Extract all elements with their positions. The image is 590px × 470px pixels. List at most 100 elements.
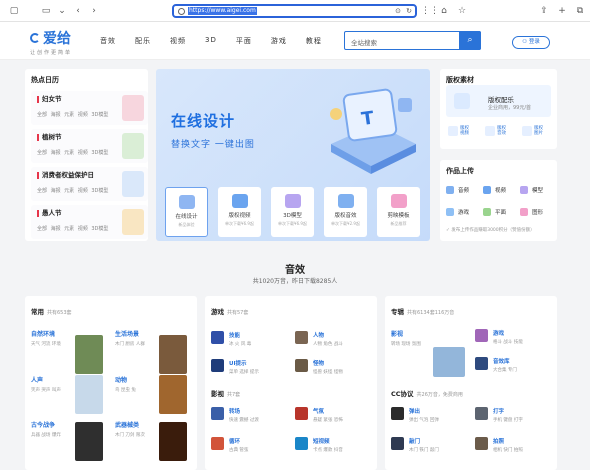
forward-icon[interactable]: › (88, 5, 100, 17)
gamepad-icon (446, 208, 454, 216)
category-entry[interactable]: 生活场景 木门 厨房 人群 (115, 329, 187, 374)
category-entry[interactable]: 自然环境 天气 河流 环境 (31, 329, 103, 374)
nav-item-graphic[interactable]: 平面 (236, 36, 252, 46)
apps-grid-icon[interactable]: ⋮⋮ (421, 5, 439, 17)
tool-3d-model[interactable]: 3D模型 单次下载¥6.9起 (271, 187, 314, 237)
entry-tags: 转场 现场 氛围 (391, 342, 421, 347)
entry-tags: 人物 角色 战斗 (313, 342, 343, 347)
upload-label: 音频 (458, 188, 470, 194)
reload-icon[interactable]: ↻ (406, 7, 412, 15)
category-entry[interactable]: 怪物 怪兽 妖怪 怪物 (295, 359, 343, 375)
nav-item-video[interactable]: 视频 (170, 36, 186, 46)
copyright-assets-title: 版权素材 (446, 76, 474, 84)
entry-title: 音效库 (493, 359, 510, 365)
entry-tags: 木门 铁门 敲门 (409, 448, 439, 453)
tool-copyright-sfx[interactable]: 版权音效 单次下载¥2.9起 (324, 187, 367, 237)
entry-title: 动物 (115, 377, 128, 384)
home-icon[interactable]: ⌂ (438, 5, 450, 17)
user-icon: ⚇ (522, 39, 528, 45)
category-entry[interactable]: 动物鸟 昆虫 兔 (115, 375, 187, 414)
games-title: 游戏 共有57套 (211, 306, 248, 316)
main-nav: 音效 配乐 视频 3D 平面 游戏 教程 (100, 36, 341, 46)
category-entry[interactable]: UI提示 菜单 选择 提示 (211, 359, 259, 375)
tool-desc: 单次下载¥6.9起 (278, 221, 307, 226)
new-tab-icon[interactable]: + (556, 5, 568, 17)
window-controls-icon[interactable]: ▢ (8, 5, 20, 17)
entry-tags: 相机 快门 拍照 (493, 448, 523, 453)
hot-item-title: 植树节 (37, 134, 62, 141)
category-entry[interactable]: 敲门 木门 铁门 敲门 (391, 437, 439, 453)
upload-graphic[interactable]: 平面 (483, 208, 506, 216)
hot-item[interactable]: 植树节 全部 海报 元素 视频 3D模型 (31, 129, 148, 163)
translate-icon[interactable]: ⊙ (395, 7, 401, 15)
hot-item[interactable]: 消费者权益保护日 全部 海报 元素 视频 3D模型 (31, 167, 148, 201)
nav-item-sfx[interactable]: 音效 (100, 36, 116, 46)
entry-title: 古今战争 (31, 422, 56, 429)
category-entry[interactable]: 人物 人物 角色 战斗 (295, 331, 343, 347)
category-entry[interactable]: 循环 古典 管弦 (211, 437, 248, 453)
category-entry[interactable]: 打字 手机 键盘 打字 (475, 407, 523, 423)
hot-item[interactable]: 愚人节 全部 海报 元素 视频 3D模型 (31, 205, 148, 239)
star-icon[interactable]: ☆ (456, 5, 468, 17)
category-entry[interactable]: 游戏 格斗 战斗 技能 (475, 329, 523, 345)
tabs-overview-icon[interactable]: ⧉ (574, 5, 586, 17)
tool-desc: 新品体验 (178, 222, 195, 227)
nav-item-game[interactable]: 游戏 (271, 36, 287, 46)
category-entry[interactable]: 武器械类 木门 刀剑 限次 (115, 420, 187, 461)
upload-audio[interactable]: 音频 (446, 186, 469, 194)
nav-item-music[interactable]: 配乐 (135, 36, 151, 46)
hot-item-tags: 全部 海报 元素 视频 3D模型 (37, 112, 109, 118)
entry-title: 气氛 (313, 409, 325, 415)
link-copyright-video[interactable]: 版权视频 (448, 126, 470, 136)
music-icon (454, 93, 470, 109)
sound-icon (485, 126, 495, 136)
site-logo[interactable]: 爱给 让创作更简单 (30, 28, 72, 56)
chevron-down-icon[interactable]: ⌄ (56, 5, 68, 17)
online-design-icon (178, 195, 195, 209)
entry-thumbnail (391, 407, 404, 420)
entry-tags: 大合集 专门 (493, 368, 517, 373)
browser-toolbar: ▢ ▭ ⌄ ‹ › https://www.aigei.com ⊙ ↻ ⋮⋮ ⌂… (0, 0, 590, 22)
category-entry[interactable]: 技能冰 火 风 毒 (211, 331, 251, 347)
tool-copyright-video[interactable]: 版权视频 单次下载¥6.9起 (218, 187, 261, 237)
back-icon[interactable]: ‹ (72, 5, 84, 17)
link-copyright-sfx[interactable]: 版权音效 (485, 126, 507, 136)
category-entry[interactable]: 转场 快速 震撼 过渡 (211, 407, 259, 423)
share-icon[interactable]: ⇪ (538, 5, 550, 17)
tool-online-design[interactable]: 在线设计 新品体验 (165, 187, 208, 237)
entry-thumbnail (75, 375, 103, 414)
category-entry[interactable]: 弹出 弹出 气泡 回弹 (391, 407, 439, 423)
hot-item-tags: 全部 海报 元素 视频 3D模型 (37, 150, 109, 156)
link-copyright-image[interactable]: 版权图片 (522, 126, 544, 136)
upload-shape[interactable]: 图形 (520, 208, 543, 216)
upload-video[interactable]: 视频 (483, 186, 506, 194)
video-icon (231, 194, 248, 208)
video-icon (483, 186, 491, 194)
tool-capcut-template[interactable]: 剪映模板 新品推荐 (377, 187, 420, 237)
category-entry[interactable]: 古今战争 兵器 战场 爆炸 (31, 420, 103, 461)
album-title: 专辑 共有6134套116万音 (391, 306, 454, 316)
address-bar[interactable]: https://www.aigei.com ⊙ ↻ (172, 4, 417, 18)
category-entry[interactable]: 人声 笑声 哭声 叫声 (31, 375, 103, 414)
category-entry[interactable]: 影视 转场 现场 氛围 (391, 329, 465, 377)
entry-title: 打字 (493, 409, 505, 415)
sidebar-toggle-icon[interactable]: ▭ (40, 5, 52, 17)
entry-tags: 木门 厨房 人群 (115, 342, 145, 347)
featured-music-card[interactable]: 版权配乐 企业商用，99元/首 (446, 85, 551, 117)
logo-icon (30, 33, 40, 43)
category-entry[interactable]: 拍照 相机 快门 拍照 (475, 437, 523, 453)
category-entry[interactable]: 气氛 悬疑 紧张 恐怖 (295, 407, 343, 423)
search-input[interactable]: 全站搜索 (351, 37, 377, 47)
hot-item[interactable]: 妇女节 全部 海报 元素 视频 3D模型 (31, 91, 148, 125)
category-entry[interactable]: 短视频 卡点 爆款 抖音 (295, 437, 343, 453)
login-button[interactable]: ⚇ 登录 (512, 36, 550, 49)
nav-item-tutorial[interactable]: 教程 (306, 36, 322, 46)
search-button[interactable]: ⌕ (459, 31, 481, 50)
hero-banner[interactable]: 在线设计 替换文字 一键出图 T 在线设计 新品体验 版权视频 单次下载¥6.9… (156, 69, 430, 241)
entry-title: 技能 (229, 333, 241, 339)
nav-item-3d[interactable]: 3D (205, 36, 217, 46)
upload-label: 游戏 (458, 210, 470, 216)
upload-model[interactable]: 模型 (520, 186, 543, 194)
upload-game[interactable]: 游戏 (446, 208, 469, 216)
category-entry[interactable]: 音效库 大合集 专门 (475, 357, 517, 373)
